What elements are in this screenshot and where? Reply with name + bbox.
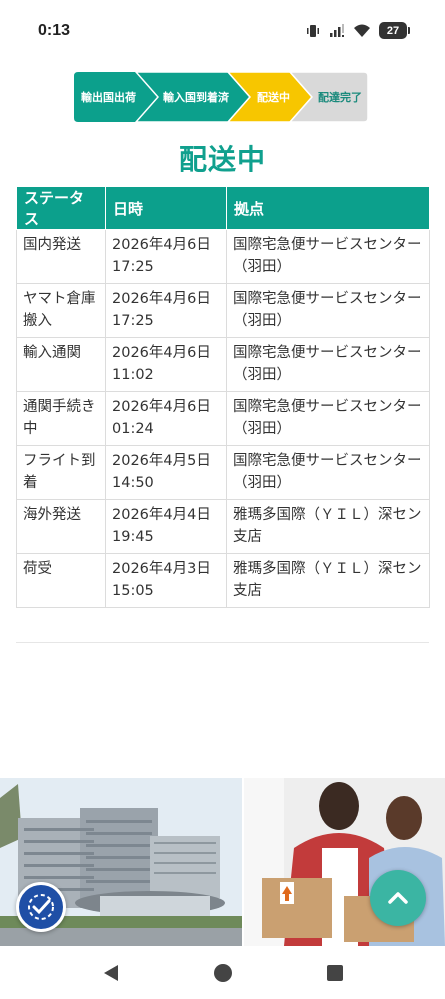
cell-status: 輸入通関 xyxy=(16,337,106,392)
table-row: ヤマト倉庫搬入 2026年4月6日 17:25 国際宅急便サービスセンター（羽田… xyxy=(16,283,430,338)
cell-status: 荷受 xyxy=(16,553,106,608)
tracking-table-wrap: ステータス 日時 拠点 国内発送 2026年4月6日 17:25 国際宅急便サー… xyxy=(16,186,430,608)
page-title: 配送中 xyxy=(178,143,266,176)
cell-status: 通関手続き中 xyxy=(16,391,106,446)
accessibility-button[interactable] xyxy=(16,882,66,932)
step-completed: 配達完了 xyxy=(318,72,362,122)
step-label: 輸出国出荷 xyxy=(81,91,136,104)
table-row: 国内発送 2026年4月6日 17:25 国際宅急便サービスセンター（羽田） xyxy=(16,229,430,284)
status-icons: 27 xyxy=(305,22,410,39)
status-time: 0:13 xyxy=(38,22,71,39)
step-label: 配達完了 xyxy=(318,91,362,104)
vibrate-icon xyxy=(307,24,319,37)
recents-square-icon xyxy=(326,964,343,981)
chevron-up-icon xyxy=(388,892,408,904)
accessibility-icon xyxy=(28,894,54,920)
banner-people-image xyxy=(244,778,445,946)
nav-back-button[interactable] xyxy=(99,961,123,985)
system-nav-bar xyxy=(0,946,445,999)
cell-location: 雅瑪多国際（ＹＩＬ）深セン支店 xyxy=(226,499,430,554)
cell-datetime: 2026年4月6日 17:25 xyxy=(105,283,227,338)
cell-status: 海外発送 xyxy=(16,499,106,554)
signal-icon xyxy=(330,23,344,37)
people-illustration xyxy=(244,778,445,946)
cell-location: 国際宅急便サービスセンター（羽田） xyxy=(226,391,430,446)
header-status: ステータス xyxy=(16,186,106,230)
cell-location: 国際宅急便サービスセンター（羽田） xyxy=(226,445,430,500)
home-circle-icon xyxy=(213,963,232,982)
cell-location: 国際宅急便サービスセンター（羽田） xyxy=(226,229,430,284)
step-label: 輸入国到着済 xyxy=(163,91,229,104)
cell-status: フライト到着 xyxy=(16,445,106,500)
table-row: 海外発送 2026年4月4日 19:45 雅瑪多国際（ＹＩＬ）深セン支店 xyxy=(16,499,430,554)
table-row: 通関手続き中 2026年4月6日 01:24 国際宅急便サービスセンター（羽田） xyxy=(16,391,430,446)
cell-datetime: 2026年4月6日 01:24 xyxy=(105,391,227,446)
cell-location: 国際宅急便サービスセンター（羽田） xyxy=(226,337,430,392)
cell-datetime: 2026年4月4日 19:45 xyxy=(105,499,227,554)
delivery-progress: 輸出国出荷 輸入国到着済 配送中 配達完了 xyxy=(74,72,368,122)
cell-datetime: 2026年4月6日 11:02 xyxy=(105,337,227,392)
step-label: 配送中 xyxy=(257,91,290,104)
step-arrived: 輸入国到着済 xyxy=(163,72,229,122)
status-bar: 0:13 27 xyxy=(0,0,445,62)
cell-datetime: 2026年4月3日 15:05 xyxy=(105,553,227,608)
cell-location: 雅瑪多国際（ＹＩＬ）深セン支店 xyxy=(226,553,430,608)
step-delivering: 配送中 xyxy=(257,72,290,122)
cell-datetime: 2026年4月6日 17:25 xyxy=(105,229,227,284)
nav-recents-button[interactable] xyxy=(323,961,347,985)
promo-banner[interactable] xyxy=(0,778,445,946)
cell-location: 国際宅急便サービスセンター（羽田） xyxy=(226,283,430,338)
cell-status: 国内発送 xyxy=(16,229,106,284)
table-row: 輸入通関 2026年4月6日 11:02 国際宅急便サービスセンター（羽田） xyxy=(16,337,430,392)
back-to-top-button[interactable] xyxy=(370,870,426,926)
back-triangle-icon xyxy=(103,964,118,981)
cell-status: ヤマト倉庫搬入 xyxy=(16,283,106,338)
tracking-table: ステータス 日時 拠点 国内発送 2026年4月6日 17:25 国際宅急便サー… xyxy=(16,186,430,608)
table-row: 荷受 2026年4月3日 15:05 雅瑪多国際（ＹＩＬ）深セン支店 xyxy=(16,553,430,608)
cell-datetime: 2026年4月5日 14:50 xyxy=(105,445,227,500)
header-datetime: 日時 xyxy=(105,186,227,230)
nav-home-button[interactable] xyxy=(211,961,235,985)
header-location: 拠点 xyxy=(226,186,430,230)
table-header-row: ステータス 日時 拠点 xyxy=(16,186,430,230)
wifi-icon xyxy=(354,24,370,37)
battery-icon: 27 xyxy=(379,22,410,39)
section-divider xyxy=(16,642,429,643)
table-row: フライト到着 2026年4月5日 14:50 国際宅急便サービスセンター（羽田） xyxy=(16,445,430,500)
step-export: 輸出国出荷 xyxy=(81,72,136,122)
